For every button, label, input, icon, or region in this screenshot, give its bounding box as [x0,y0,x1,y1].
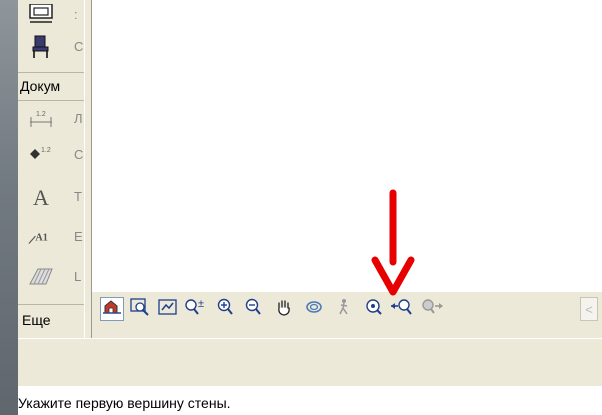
annotation-arrow [371,189,415,296]
